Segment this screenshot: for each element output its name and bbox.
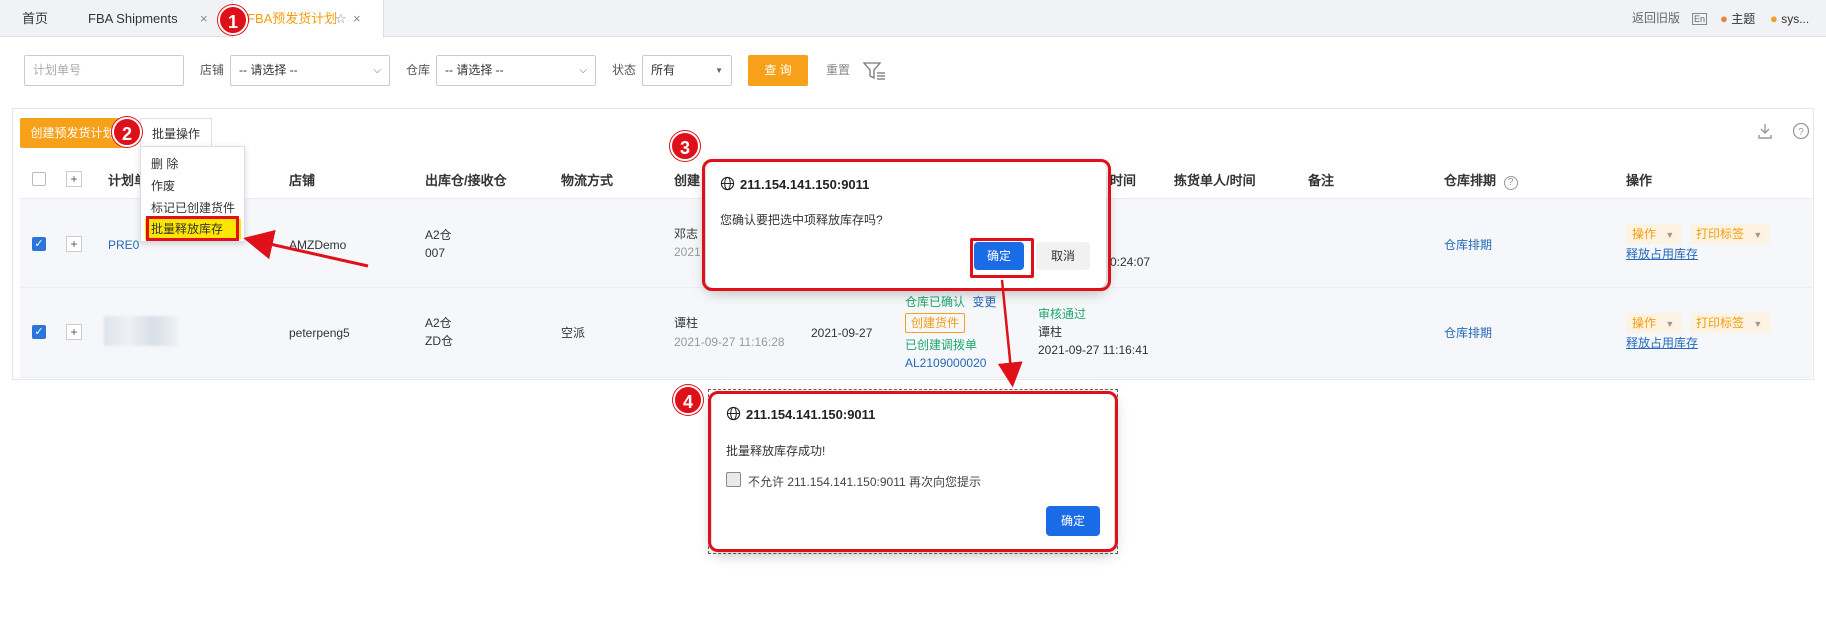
annotation-arrows <box>243 229 1023 388</box>
step-badge-2-label: 2 <box>121 124 132 144</box>
step-badge-3: 3 <box>670 131 700 161</box>
arrow-to-success-dialog <box>997 279 1023 388</box>
arrow-to-menu-item <box>243 229 369 268</box>
step-badge-2: 2 <box>112 117 142 147</box>
step-badge-3-label: 3 <box>679 138 690 158</box>
step-badge-1-label: 1 <box>227 12 238 32</box>
step-badge-4: 4 <box>673 385 703 415</box>
step-badge-1: 1 <box>218 5 248 35</box>
step-badge-4-label: 4 <box>682 392 693 412</box>
